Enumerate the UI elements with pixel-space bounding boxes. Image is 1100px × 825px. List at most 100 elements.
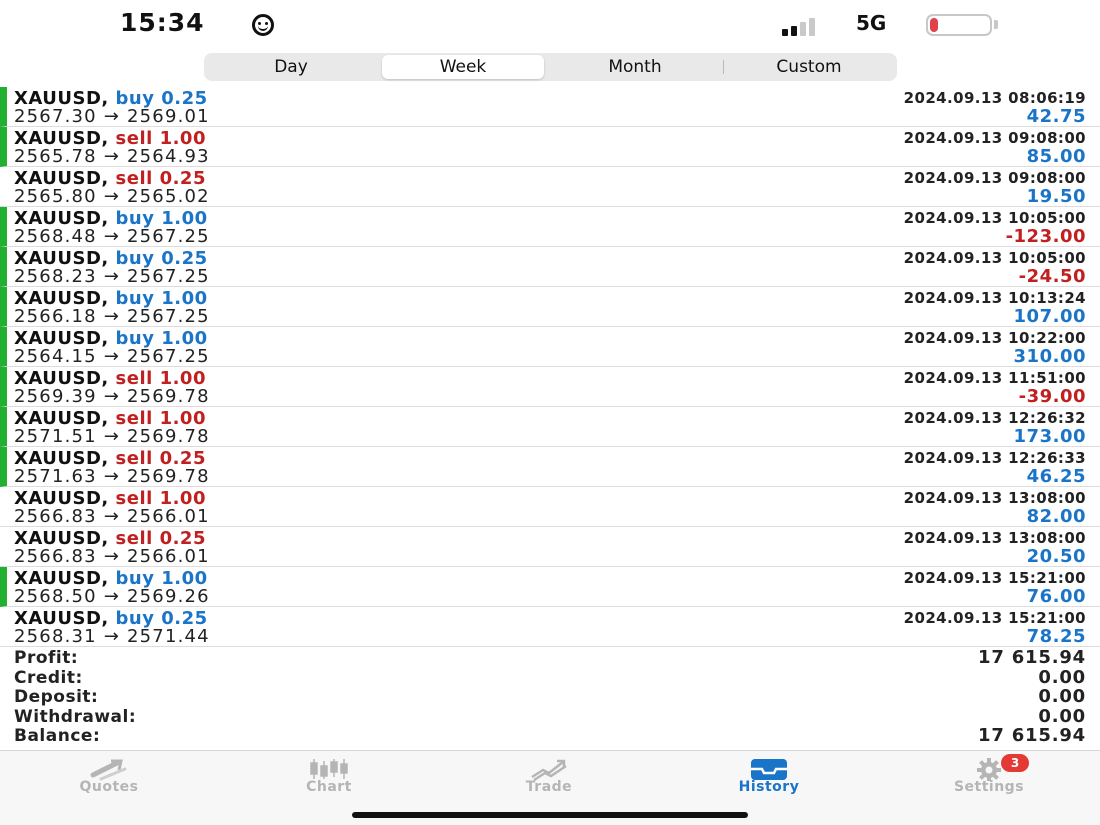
arrow-right-icon: → (103, 266, 121, 287)
focus-smiley-icon (252, 14, 274, 36)
arrow-right-icon: → (103, 106, 121, 127)
open-price: 2571.51 (14, 426, 97, 447)
open-price: 2571.63 (14, 466, 97, 487)
account-summary: Profit: 17 615.94 Credit: 0.00 Deposit: 0.00 W… (0, 647, 1100, 747)
tab-trade[interactable]: Trade (469, 751, 629, 811)
deal-profit: -123.00 (1005, 226, 1086, 247)
tab-chart[interactable]: Chart (249, 751, 409, 811)
open-price: 2568.23 (14, 266, 97, 287)
open-price: 2568.48 (14, 226, 97, 247)
summary-row: Deposit: 0.00 (0, 686, 1100, 708)
status-time: 15:34 (120, 8, 205, 37)
deal-time: 2024.09.13 13:08:00 (903, 489, 1086, 507)
tab-history[interactable]: History (689, 751, 849, 811)
deal-time: 2024.09.13 15:21:00 (903, 609, 1086, 627)
tab-quotes[interactable]: Quotes (29, 751, 189, 811)
deal-time: 2024.09.13 10:22:00 (903, 329, 1086, 347)
open-price: 2565.78 (14, 146, 97, 167)
deal-row[interactable]: XAUUSD, sell 1.00 2571.51 → 2569.78 2024.0… (0, 407, 1100, 447)
tab-custom[interactable]: Custom (724, 55, 894, 79)
tab-week[interactable]: Week (382, 55, 544, 79)
close-price: 2567.25 (126, 226, 210, 247)
summary-row: Credit: 0.00 (0, 666, 1100, 688)
summary-value: 17 615.94 (978, 647, 1086, 668)
deal-row[interactable]: XAUUSD, sell 0.25 2565.80 → 2565.02 2024.0… (0, 167, 1100, 207)
summary-value: 0.00 (1038, 705, 1086, 727)
deal-row[interactable]: XAUUSD, buy 1.00 2568.50 → 2569.26 2024.09… (0, 567, 1100, 607)
tab-day[interactable]: Day (206, 55, 376, 79)
summary-label: Withdrawal: (14, 706, 137, 727)
deal-prices: 2571.63 → 2569.78 (14, 466, 210, 487)
deal-profit: 85.00 (1026, 146, 1086, 167)
open-price: 2567.30 (14, 106, 97, 127)
summary-row: Balance: 17 615.94 (0, 725, 1100, 747)
deal-row[interactable]: XAUUSD, sell 0.25 2566.83 → 2566.01 2024.0… (0, 527, 1100, 567)
deal-time: 2024.09.13 15:21:00 (903, 569, 1086, 587)
deal-row[interactable]: XAUUSD, sell 1.00 2566.83 → 2566.01 2024.0… (0, 487, 1100, 527)
deal-profit: 78.25 (1026, 626, 1086, 647)
battery-cap (994, 20, 998, 29)
status-bar: 15:34 5G 11 (0, 0, 1100, 52)
deal-row[interactable]: XAUUSD, buy 1.00 2568.48 → 2567.25 2024.09… (0, 207, 1100, 247)
open-price: 2565.80 (14, 186, 97, 207)
tab-month[interactable]: Month (550, 55, 720, 79)
close-price: 2569.78 (126, 426, 210, 447)
arrow-right-icon: → (103, 146, 121, 167)
cellular-signal-icon (782, 16, 842, 36)
deal-row[interactable]: XAUUSD, buy 1.00 2564.15 → 2567.25 2024.09… (0, 327, 1100, 367)
deal-prices: 2568.23 → 2567.25 (14, 266, 210, 287)
deal-row[interactable]: XAUUSD, buy 0.25 2568.23 → 2567.25 2024.09… (0, 247, 1100, 287)
close-price: 2566.01 (126, 506, 210, 527)
open-price: 2568.50 (14, 586, 97, 607)
close-price: 2567.25 (126, 266, 210, 287)
deal-prices: 2568.50 → 2569.26 (14, 586, 210, 607)
arrow-right-icon: → (103, 386, 121, 407)
summary-value: 17 615.94 (978, 725, 1086, 747)
open-price: 2566.18 (14, 306, 97, 327)
deal-profit: -24.50 (1018, 266, 1086, 287)
deal-profit: 173.00 (1013, 426, 1086, 447)
deal-row[interactable]: XAUUSD, sell 1.00 2565.78 → 2564.93 2024.0… (0, 127, 1100, 167)
deal-profit: 107.00 (1013, 306, 1086, 327)
summary-value: 0.00 (1038, 686, 1086, 708)
open-price: 2566.83 (14, 546, 97, 567)
deal-time: 2024.09.13 10:13:24 (903, 289, 1086, 307)
deal-row[interactable]: XAUUSD, buy 1.00 2566.18 → 2567.25 2024.09… (0, 287, 1100, 327)
deal-profit: 310.00 (1013, 346, 1086, 367)
deal-time: 2024.09.13 09:08:00 (903, 169, 1086, 187)
deal-profit: 42.75 (1026, 106, 1086, 127)
deal-time: 2024.09.13 08:06:19 (903, 89, 1086, 107)
deal-profit: 82.00 (1026, 506, 1086, 527)
close-price: 2564.93 (126, 146, 210, 167)
network-type: 5G (856, 11, 887, 35)
summary-value: 0.00 (1038, 666, 1086, 688)
summary-label: Balance: (14, 726, 101, 747)
deal-prices: 2566.83 → 2566.01 (14, 506, 210, 527)
candlestick-chart-icon (310, 759, 348, 779)
deal-row[interactable]: XAUUSD, buy 0.25 2568.31 → 2571.44 2024.09… (0, 607, 1100, 647)
close-price: 2571.44 (126, 626, 210, 647)
deal-row[interactable]: XAUUSD, sell 1.00 2569.39 → 2569.78 2024.0… (0, 367, 1100, 407)
summary-row: Profit: 17 615.94 (0, 647, 1100, 669)
battery-level (930, 18, 938, 32)
deal-row[interactable]: XAUUSD, buy 0.25 2567.30 → 2569.01 2024.09… (0, 87, 1100, 127)
tab-settings[interactable]: 3 Settings (909, 751, 1069, 811)
deal-row[interactable]: XAUUSD, sell 0.25 2571.63 → 2569.78 2024.0… (0, 447, 1100, 487)
deal-time: 2024.09.13 12:26:32 (903, 409, 1086, 427)
arrow-right-icon: → (103, 306, 121, 327)
settings-notification-badge: 3 (1001, 754, 1029, 772)
deal-time: 2024.09.13 09:08:00 (903, 129, 1086, 147)
tab-history-label: History (738, 779, 800, 795)
period-segmented-control: Day Week Month Custom (204, 53, 897, 81)
deal-prices: 2564.15 → 2567.25 (14, 346, 210, 367)
close-price: 2565.02 (126, 186, 210, 207)
deal-prices: 2569.39 → 2569.78 (14, 386, 210, 407)
deal-profit: 46.25 (1026, 466, 1086, 487)
arrow-right-icon: → (103, 626, 121, 647)
deal-time: 2024.09.13 10:05:00 (903, 209, 1086, 227)
deal-profit: 76.00 (1026, 586, 1086, 607)
deal-prices: 2567.30 → 2569.01 (14, 106, 210, 127)
arrow-right-icon: → (103, 426, 121, 447)
quotes-icon (90, 759, 127, 781)
history-inbox-icon (751, 759, 787, 780)
